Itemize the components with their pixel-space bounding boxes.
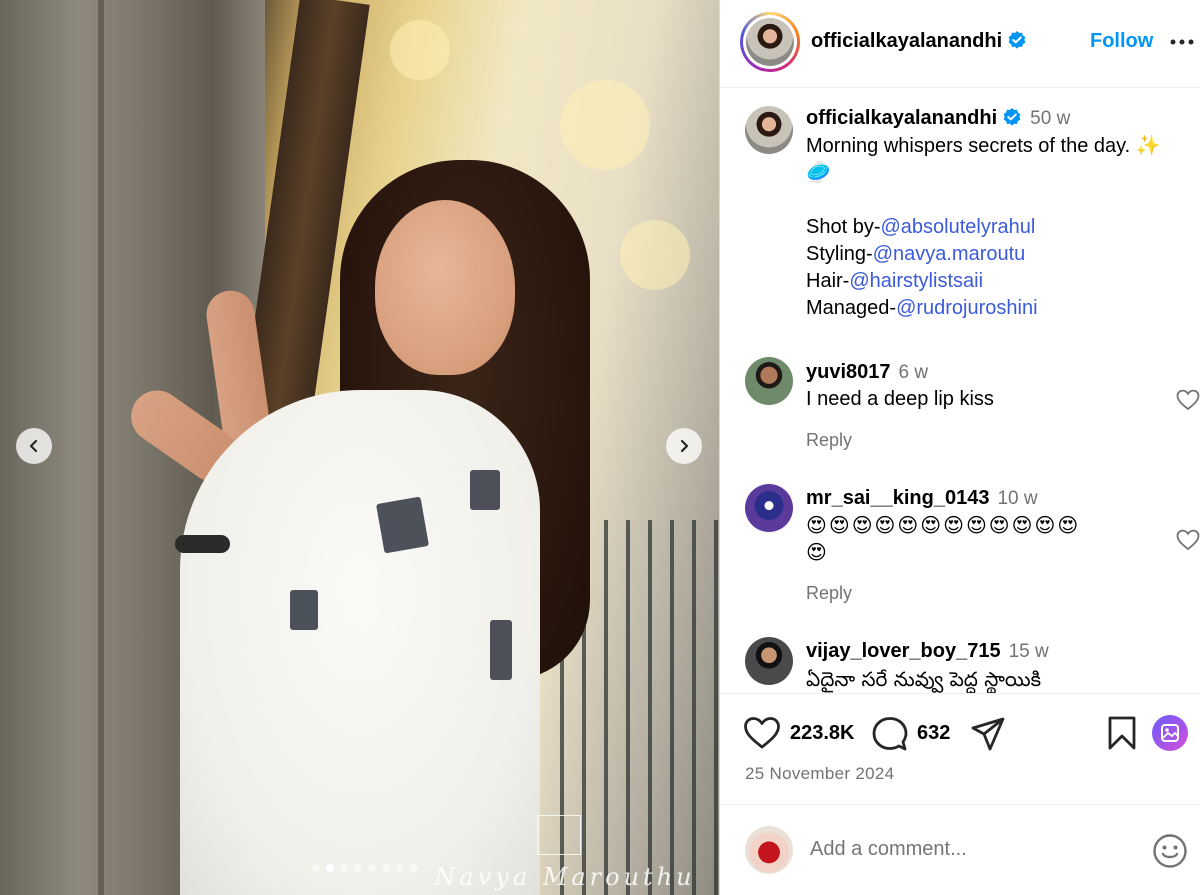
caption-credit-label: Styling- [806, 243, 873, 265]
comment-text: 😍😍😍😍😍😍😍😍😍😍😍😍 [806, 515, 1081, 537]
commenter-username[interactable]: vijay_lover_boy_715 15 w [806, 640, 1049, 663]
gallery-button[interactable] [1152, 715, 1188, 751]
post-actions-bar: 223.8K 632 25 November 2024 [720, 693, 1200, 805]
post-date: 25 November 2024 [745, 764, 895, 783]
chevron-left-icon [29, 439, 38, 453]
photo-watch [175, 535, 230, 553]
caption-line: Shot by-@absolutelyrahul [806, 214, 1186, 241]
verified-badge-icon [1008, 31, 1026, 49]
follow-button[interactable]: Follow [1090, 30, 1153, 53]
commenter-avatar[interactable] [745, 637, 793, 685]
commenter-username[interactable]: mr_sai__king_0143 10 w [806, 487, 1038, 510]
carousel-indicator [312, 864, 418, 872]
photo-bokeh [390, 20, 450, 80]
header-username[interactable]: officialkayalanandhi [811, 30, 1027, 53]
heart-icon[interactable] [1176, 529, 1200, 551]
verified-badge-icon [1003, 108, 1021, 126]
mention-link[interactable]: @absolutelyrahul [880, 216, 1035, 238]
reply-button[interactable]: Reply [806, 583, 852, 604]
comment-icon[interactable] [872, 716, 908, 752]
comment-text: ఏదైనా సరే నువ్వు పెద్ద స్థాయికి [806, 667, 1042, 691]
bookmark-icon[interactable] [1107, 716, 1137, 750]
photo-face [375, 200, 515, 375]
caption-line: Hair-@hairstylistsaii [806, 268, 1186, 295]
comment-time: 10 w [997, 488, 1038, 509]
commenter-username[interactable]: yuvi8017 6 w [806, 361, 928, 384]
commenter-avatar[interactable] [745, 357, 793, 405]
watermark-text: Navya Marouthu [434, 863, 696, 891]
comment-time: 15 w [1008, 641, 1049, 662]
comment-text: I need a deep lip kiss [806, 388, 994, 410]
caption-line [806, 187, 1186, 214]
comment-time: 6 w [898, 362, 929, 383]
carousel-dot [382, 864, 390, 872]
caption-line: Managed-@rudrojuroshini [806, 295, 1186, 322]
gallery-icon [1161, 724, 1179, 742]
commenter-username-text: mr_sai__king_0143 [806, 487, 990, 509]
chevron-right-icon [680, 439, 689, 453]
current-user-avatar[interactable] [745, 826, 793, 874]
carousel-dot [354, 864, 362, 872]
instagram-post-view: Navya Marouthu officialkayalanandhi Foll… [0, 0, 1200, 895]
carousel-dot-active [326, 864, 334, 872]
emoji-icon[interactable] [1152, 833, 1188, 869]
carousel-dot [340, 864, 348, 872]
previous-slide-button[interactable] [16, 428, 52, 464]
caption-credit-label: Hair- [806, 270, 850, 292]
watermark-logo [537, 815, 581, 855]
caption-credit-label: Managed- [806, 297, 897, 319]
mention-link[interactable]: @hairstylistsaii [849, 270, 983, 292]
comments-count: 632 [917, 722, 951, 744]
photo-saree-print [490, 620, 512, 680]
carousel-dot [312, 864, 320, 872]
caption-line: 🥏 [806, 162, 831, 184]
comments-list[interactable]: officialkayalanandhi 50 w Morning whispe… [720, 89, 1200, 693]
caption-line: Morning whispers secrets of the day. ✨ [806, 135, 1161, 157]
photo-bokeh [560, 80, 650, 170]
carousel-dot [410, 864, 418, 872]
post-details-panel: officialkayalanandhi Follow officialkaya… [719, 0, 1200, 895]
next-slide-button[interactable] [666, 428, 702, 464]
photographer-watermark: Navya Marouthu [420, 815, 710, 895]
likes-count[interactable]: 223.8K [790, 722, 855, 745]
caption-time: 50 w [1030, 108, 1071, 129]
caption-avatar[interactable] [745, 106, 793, 154]
share-icon[interactable] [970, 716, 1006, 752]
story-ring-avatar[interactable] [740, 12, 800, 72]
username-text: officialkayalanandhi [811, 30, 1003, 52]
caption-header: officialkayalanandhi 50 w [806, 107, 1070, 130]
carousel-dot [368, 864, 376, 872]
commenter-username-text: vijay_lover_boy_715 [806, 640, 1001, 662]
mention-link[interactable]: @rudrojuroshini [896, 297, 1037, 319]
more-icon[interactable] [1170, 34, 1194, 50]
commenter-avatar[interactable] [745, 484, 793, 532]
post-photo[interactable]: Navya Marouthu [0, 0, 719, 895]
caption-line: Styling-@navya.maroutu [806, 241, 1186, 268]
caption-text: Morning whispers secrets of the day. ✨ 🥏 S… [806, 133, 1186, 322]
add-comment-section [720, 806, 1200, 895]
photo-bokeh [620, 220, 690, 290]
carousel-dot [396, 864, 404, 872]
heart-icon[interactable] [1176, 389, 1200, 411]
photo-saree-print [470, 470, 500, 510]
mention-link[interactable]: @navya.maroutu [873, 243, 1026, 265]
caption-credit-label: Shot by- [806, 216, 881, 238]
comment-input[interactable] [810, 838, 1130, 861]
post-header: officialkayalanandhi Follow [720, 0, 1200, 88]
commenter-username-text: yuvi8017 [806, 361, 891, 383]
heart-icon[interactable] [743, 716, 781, 750]
comment-text-continued: 😍 [806, 542, 829, 564]
photo-saree-print [376, 496, 429, 554]
caption-username[interactable]: officialkayalanandhi [806, 107, 997, 129]
photo-saree-print [290, 590, 318, 630]
reply-button[interactable]: Reply [806, 430, 852, 451]
avatar [746, 18, 794, 66]
